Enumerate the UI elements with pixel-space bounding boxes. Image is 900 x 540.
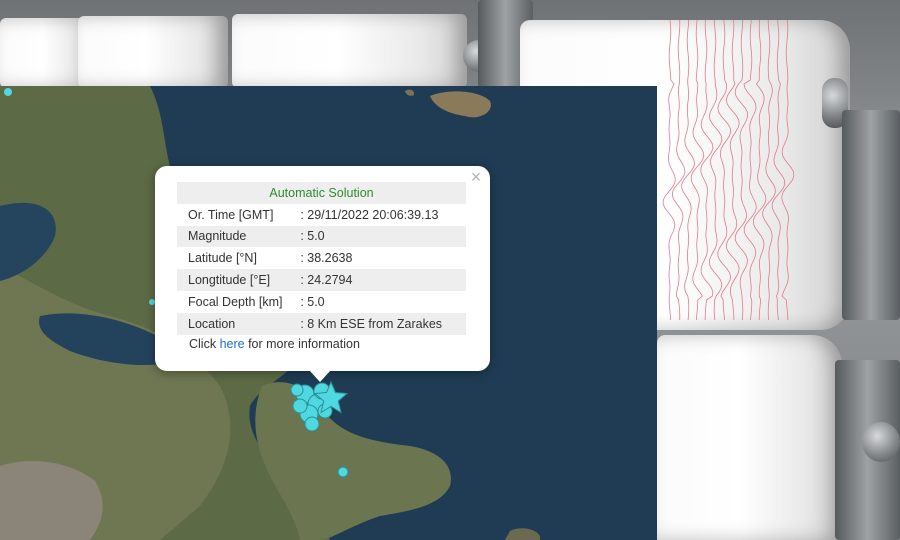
seismograph-drum: [232, 14, 467, 88]
seismogram-line: [708, 20, 723, 320]
table-row: Or. Time [GMT] : 29/11/2022 20:06:39.13: [177, 204, 466, 226]
row-value: : 5.0: [300, 294, 325, 309]
seismograph-knob: [862, 422, 900, 462]
row-label: Latitude [°N]: [188, 251, 257, 266]
table-row: Magnitude : 5.0: [177, 225, 466, 248]
table-row: Focal Depth [km] : 5.0: [177, 291, 466, 313]
close-icon[interactable]: ×: [468, 168, 484, 186]
event-marker: [292, 398, 308, 414]
row-label: Longtitude [°E]: [177, 269, 301, 291]
row-label: Or. Time [GMT]: [188, 207, 274, 222]
seismogram-line: [771, 20, 786, 320]
event-marker: [4, 88, 12, 96]
seismogram-line: [671, 20, 686, 320]
seismogram-line: [681, 20, 695, 320]
event-info-popup: × Automatic Solution Or. Time [GMT] : 29…: [155, 166, 490, 371]
event-marker: [304, 416, 320, 432]
more-info-text: Click here for more information: [189, 337, 360, 351]
more-info-link[interactable]: here: [220, 337, 245, 351]
seismograph-drum-lower: [657, 335, 842, 540]
seismograph-bracket: [842, 110, 900, 320]
row-label: Magnitude: [177, 225, 301, 248]
row-value: : 29/11/2022 20:06:39.13: [300, 207, 439, 222]
table-row: Longtitude [°E] : 24.2794: [177, 269, 466, 291]
event-marker: [337, 466, 349, 478]
seismogram-line: [725, 20, 740, 320]
seismogram-line: [717, 20, 732, 320]
popup-title: Automatic Solution: [177, 182, 466, 204]
row-value: : 5.0: [300, 225, 466, 248]
seismogram-line: [743, 20, 757, 320]
event-marker: [290, 383, 304, 397]
seismogram-line: [752, 20, 767, 320]
event-info-table: Automatic Solution Or. Time [GMT] : 29/1…: [177, 182, 466, 335]
seismogram-line: [662, 20, 676, 320]
seismogram-line: [762, 20, 776, 320]
row-value: : 38.2638: [300, 251, 353, 266]
row-value: : 8 Km ESE from Zarakes: [300, 312, 466, 335]
table-row: Location : 8 Km ESE from Zarakes: [177, 312, 466, 335]
table-row: Latitude [°N] : 38.2638: [177, 247, 466, 269]
row-value: : 24.2794: [300, 269, 466, 291]
popup-pointer: [309, 370, 331, 382]
row-label: Location: [177, 312, 301, 335]
seismograph-drum: [78, 16, 228, 88]
seismogram-line: [700, 20, 714, 320]
more-info-suffix: for more information: [244, 337, 360, 351]
seismogram-line: [781, 20, 795, 320]
table-row: Automatic Solution: [177, 182, 466, 204]
row-label: Focal Depth [km]: [188, 294, 283, 309]
more-info-prefix: Click: [189, 337, 220, 351]
